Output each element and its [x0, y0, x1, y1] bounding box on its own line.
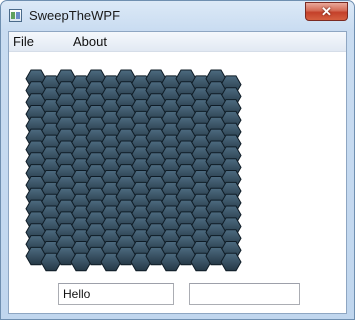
- close-icon: ✕: [321, 4, 332, 19]
- title-bar[interactable]: SweepTheWPF ✕: [1, 1, 354, 31]
- text-input-empty[interactable]: [189, 283, 300, 305]
- window-title: SweepTheWPF: [29, 8, 121, 23]
- close-button[interactable]: ✕: [305, 2, 348, 21]
- window-app-icon[interactable]: [9, 9, 22, 22]
- minesweeper-board: [25, 69, 242, 272]
- hex-cell[interactable]: [220, 252, 242, 272]
- client-area: File About Hello: [8, 31, 347, 314]
- app-window: SweepTheWPF ✕ File About Hello: [0, 0, 355, 320]
- text-input-hello[interactable]: Hello: [58, 283, 174, 305]
